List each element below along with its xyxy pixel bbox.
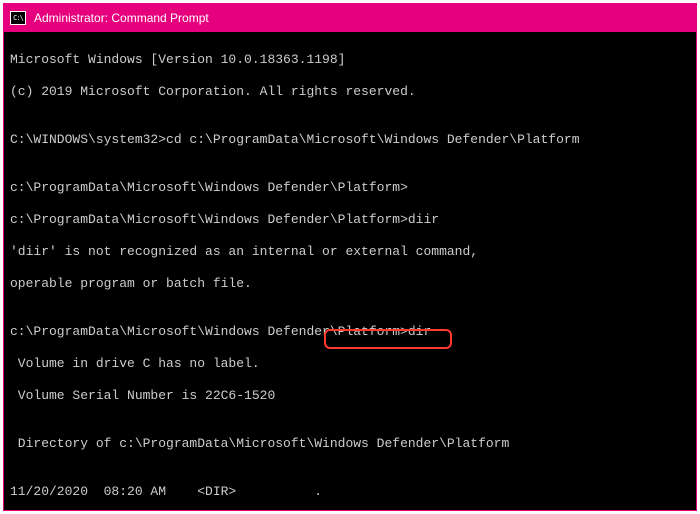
output-line: operable program or batch file. xyxy=(10,276,690,292)
output-line: Microsoft Windows [Version 10.0.18363.11… xyxy=(10,52,690,68)
terminal-output[interactable]: Microsoft Windows [Version 10.0.18363.11… xyxy=(4,32,696,510)
output-line: Directory of c:\ProgramData\Microsoft\Wi… xyxy=(10,436,690,452)
output-line: 'diir' is not recognized as an internal … xyxy=(10,244,690,260)
output-line: Volume Serial Number is 22C6-1520 xyxy=(10,388,690,404)
titlebar[interactable]: C:\ Administrator: Command Prompt xyxy=(4,4,696,32)
app-icon: C:\ xyxy=(10,11,26,25)
output-line: (c) 2019 Microsoft Corporation. All righ… xyxy=(10,84,690,100)
prompt-line: c:\ProgramData\Microsoft\Windows Defende… xyxy=(10,212,690,228)
output-line: Volume in drive C has no label. xyxy=(10,356,690,372)
prompt-line: C:\WINDOWS\system32>cd c:\ProgramData\Mi… xyxy=(10,132,690,148)
prompt-line: c:\ProgramData\Microsoft\Windows Defende… xyxy=(10,324,690,340)
command-prompt-window: C:\ Administrator: Command Prompt Micros… xyxy=(3,3,697,511)
dir-entry: 11/20/2020 08:20 AM <DIR> . xyxy=(10,484,690,500)
prompt-line: c:\ProgramData\Microsoft\Windows Defende… xyxy=(10,180,690,196)
window-title: Administrator: Command Prompt xyxy=(34,11,209,25)
